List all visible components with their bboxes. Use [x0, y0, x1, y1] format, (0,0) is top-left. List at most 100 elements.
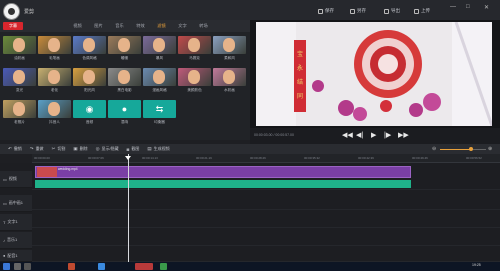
forward-button[interactable]: ▶▶ [398, 131, 409, 139]
tab-effects[interactable]: 特效 [130, 23, 151, 29]
tab-filters[interactable]: 滤镜 [151, 23, 172, 29]
filter-item[interactable]: 毛笔画 [38, 36, 71, 64]
maximize-button[interactable]: □ [466, 4, 470, 10]
next-frame-button[interactable]: |▶ [384, 131, 391, 139]
tab-text[interactable]: 文字 [172, 23, 193, 29]
upload-button[interactable]: 上传 [414, 8, 430, 14]
camera-icon: ◙ [126, 146, 130, 152]
render-button[interactable]: ▤ 生成视频 [147, 146, 169, 152]
track-row-voice[interactable] [32, 246, 500, 262]
tab-video[interactable]: 视频 [67, 23, 88, 29]
track-row-music[interactable] [32, 228, 500, 246]
ruler-tick: 00:00:42.39 [358, 156, 374, 160]
filter-thumbnail [3, 100, 36, 118]
split-button[interactable]: ✂ 切割 [52, 146, 66, 152]
task-icon[interactable] [160, 263, 167, 270]
ruler-tick: 00:00:56.52 [466, 156, 482, 160]
audio-tool-label: 音频 [85, 120, 94, 124]
undo-button[interactable]: ↶ 撤销 [8, 146, 22, 152]
filter-label: 油彩画 [14, 56, 25, 60]
timeline-ruler[interactable]: 00:00:00.00 00:00:07.06 00:00:14.13 00:00:2… [32, 154, 500, 163]
delete-button[interactable]: ▣ 删除 [73, 146, 87, 152]
filter-label: 抖音人 [49, 120, 60, 124]
filter-item[interactable]: 老化 [38, 68, 71, 96]
filter-label: 阳光风 [84, 88, 95, 92]
ruler-tick: 00:00:35.32 [304, 156, 320, 160]
music-icon: ♪ [3, 237, 5, 243]
track-row-pip[interactable] [32, 190, 500, 210]
zoom-out-icon[interactable]: ⊖ [432, 146, 436, 152]
user-avatar[interactable] [3, 3, 20, 20]
filter-item[interactable]: 漫画风格 [143, 68, 176, 96]
zoom-slider[interactable]: ⊖ ⊕ [432, 146, 494, 152]
filter-thumbnail [73, 36, 106, 54]
start-icon[interactable] [3, 263, 10, 270]
filter-item[interactable]: 色调风格 [73, 36, 106, 64]
save-as-button[interactable]: 另存 [350, 8, 366, 14]
audio-tool-item[interactable]: ⇆ 均衡器 [143, 100, 176, 128]
filter-label: 黑白电影 [117, 88, 132, 92]
task-icon[interactable] [135, 263, 153, 270]
filter-item[interactable]: 暴风 [143, 36, 176, 64]
ruler-tick: 00:00:49.46 [412, 156, 428, 160]
filter-item[interactable]: 油彩画 [3, 36, 36, 64]
filter-item[interactable]: 柔和风 [213, 36, 246, 64]
audio-clip[interactable] [35, 180, 411, 188]
tab-image[interactable]: 图片 [88, 23, 109, 29]
filter-item[interactable]: 暖暖 [108, 36, 141, 64]
trash-icon: ▣ [73, 146, 78, 151]
filter-item[interactable]: 阳光风 [73, 68, 106, 96]
track-head-voice[interactable]: ● 配音1 [0, 250, 32, 262]
filter-item[interactable]: 水彩画 [213, 68, 246, 96]
filter-thumbnail [108, 36, 141, 54]
audio-tool-item[interactable]: ● 混响 [108, 100, 141, 128]
prev-frame-button[interactable]: ◀| [356, 131, 363, 139]
zoom-handle[interactable] [469, 147, 473, 151]
track-head-music[interactable]: ♪ 音乐1 [0, 232, 32, 249]
timeline-toolbar: ↶ 撤销 ↷ 重做 ✂ 切割 ▣ 删除 ◎ 显示/隐藏 ◙ 截图 ▤ 生成视频 [0, 144, 500, 154]
playhead-line[interactable] [128, 154, 129, 264]
play-button[interactable]: ▶ [371, 131, 376, 139]
task-icon[interactable] [68, 263, 75, 270]
filter-item[interactable]: 美颜肤色 [178, 68, 211, 96]
film-icon: ▭ [3, 176, 7, 182]
screenshot-button[interactable]: ◙ 截图 [127, 146, 140, 152]
zoom-in-icon[interactable]: ⊕ [488, 146, 492, 152]
track-row-text[interactable] [32, 210, 500, 228]
filter-thumbnail [38, 68, 71, 86]
filter-item[interactable]: 老照片 [3, 100, 36, 128]
eye-icon: ◎ [95, 146, 100, 151]
filter-item[interactable]: 抖音人 [38, 100, 71, 128]
track-head-pip[interactable]: ▭ 画中画1 [0, 195, 32, 212]
task-icon[interactable] [24, 263, 31, 270]
track-head-video[interactable]: ▭ 视频 [0, 171, 32, 188]
filter-item[interactable]: 马赛克 [178, 36, 211, 64]
filter-item[interactable]: 变光 [3, 68, 36, 96]
filter-thumbnail [143, 36, 176, 54]
track-head-text[interactable]: T 文字1 [0, 214, 32, 231]
minimize-button[interactable]: — [450, 4, 456, 10]
export-icon [384, 8, 389, 14]
text-icon: T [3, 219, 6, 225]
filter-item[interactable]: 黑白电影 [108, 68, 141, 96]
toggle-visibility-button[interactable]: ◎ 显示/隐藏 [96, 146, 119, 152]
save-button[interactable]: 保存 [318, 8, 334, 14]
ruler-tick: 00:00:14.13 [142, 156, 158, 160]
filter-label: 水彩画 [224, 88, 235, 92]
close-button[interactable]: ✕ [484, 4, 489, 11]
task-icon[interactable] [98, 263, 105, 270]
filter-label: 暴风 [155, 56, 164, 60]
rewind-button[interactable]: ◀◀ [342, 131, 353, 139]
ruler-tick: 00:00:00.00 [34, 156, 50, 160]
task-icon[interactable] [14, 263, 21, 270]
brand-badge[interactable]: 字幕 [3, 22, 23, 30]
redo-button[interactable]: ↷ 重做 [30, 146, 44, 152]
tab-transitions[interactable]: 转场 [193, 23, 214, 29]
video-clip[interactable] [35, 166, 411, 178]
filter-thumbnail [178, 36, 211, 54]
tab-music[interactable]: 音乐 [109, 23, 130, 29]
playhead-handle[interactable] [125, 156, 131, 160]
filter-label: 老化 [50, 88, 59, 92]
export-button[interactable]: 导出 [384, 8, 400, 14]
audio-tool-item[interactable]: ◉ 音频 [73, 100, 106, 128]
